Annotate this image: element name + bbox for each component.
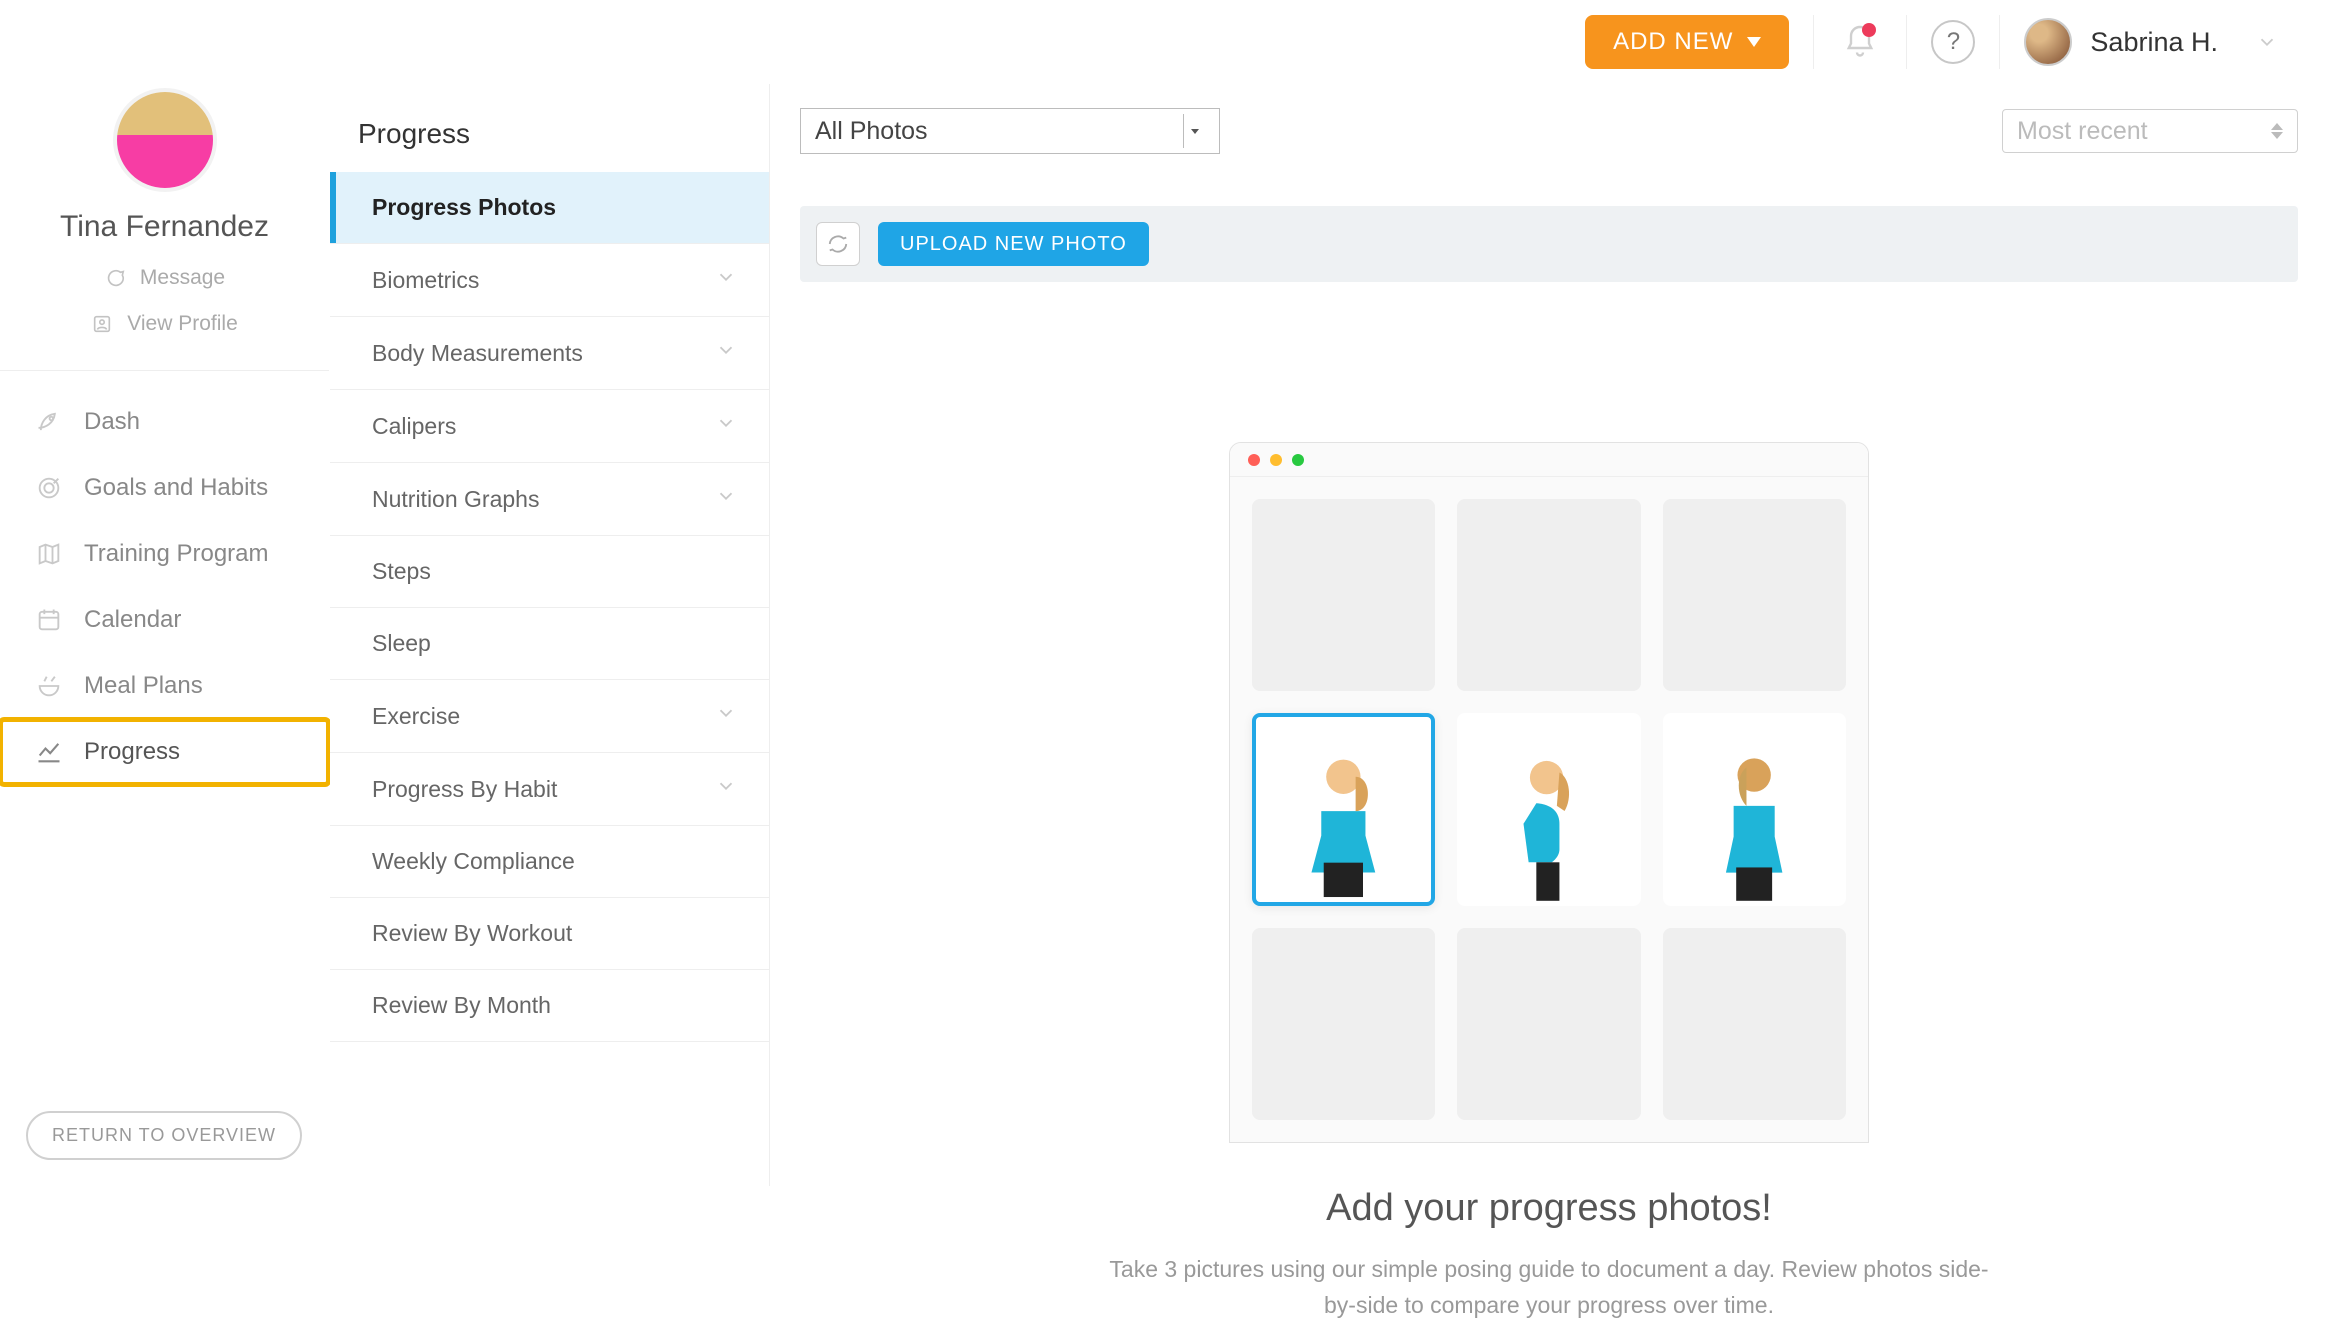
rocket-icon [34, 407, 64, 437]
chevron-down-icon [715, 775, 737, 803]
view-profile-link[interactable]: View Profile [91, 312, 238, 336]
client-nav: Dash Goals and Habits Training Program C… [0, 370, 329, 785]
divider [1906, 15, 1907, 69]
nav-item-progress[interactable]: Progress [0, 719, 329, 785]
bowl-icon [34, 671, 64, 701]
submenu-item-label: Weekly Compliance [372, 848, 575, 875]
submenu-item-label: Calipers [372, 413, 456, 440]
filter-value: All Photos [815, 117, 928, 146]
add-new-label: ADD NEW [1613, 28, 1733, 56]
upload-photo-button[interactable]: UPLOAD NEW PHOTO [878, 222, 1149, 266]
chevron-down-icon [715, 485, 737, 513]
chevron-down-icon [715, 339, 737, 367]
message-icon [104, 267, 126, 289]
return-to-overview-button[interactable]: RETURN TO OVERVIEW [26, 1111, 302, 1160]
window-traffic-lights-icon [1230, 443, 1868, 477]
nav-label: Meal Plans [84, 672, 203, 700]
chevron-down-icon [715, 702, 737, 730]
chart-icon [34, 737, 64, 767]
chevron-down-icon [715, 266, 737, 294]
pose-side-icon [1457, 713, 1640, 905]
client-sidebar: Flow Tina Fernandez Message View Profile… [0, 0, 330, 1186]
calendar-icon [34, 605, 64, 635]
triangle-down-icon [1747, 37, 1761, 47]
nav-item-calendar[interactable]: Calendar [0, 587, 329, 653]
nav-label: Goals and Habits [84, 474, 268, 502]
submenu-item-label: Biometrics [372, 267, 479, 294]
client-name-label: Tina Fernandez [0, 210, 329, 244]
submenu-item-label: Body Measurements [372, 340, 583, 367]
submenu-item-label: Exercise [372, 703, 460, 730]
sort-select[interactable]: Most recent [2002, 109, 2298, 153]
question-icon: ? [1947, 28, 1960, 56]
submenu-item-review-by-workout[interactable]: Review By Workout [330, 898, 769, 970]
refresh-icon [827, 233, 849, 255]
submenu-item-label: Review By Workout [372, 920, 572, 947]
progress-submenu: Progress Progress Photos Biometrics Body M… [330, 0, 770, 1186]
upload-bar: UPLOAD NEW PHOTO [800, 206, 2298, 282]
submenu-item-label: Sleep [372, 630, 431, 657]
nav-item-dash[interactable]: Dash [0, 389, 329, 455]
user-menu[interactable]: Sabrina H. [2024, 18, 2278, 66]
submenu-item-label: Progress Photos [372, 194, 556, 221]
sort-updown-icon [2271, 123, 2283, 139]
submenu-item-label: Progress By Habit [372, 776, 557, 803]
notifications-button[interactable] [1838, 20, 1882, 64]
user-avatar [2024, 18, 2072, 66]
submenu-item-progress-photos[interactable]: Progress Photos [330, 172, 769, 244]
nav-item-training[interactable]: Training Program [0, 521, 329, 587]
user-name-label: Sabrina H. [2090, 27, 2218, 58]
submenu-item-review-by-month[interactable]: Review By Month [330, 970, 769, 1042]
nav-item-goals[interactable]: Goals and Habits [0, 455, 329, 521]
main-content: All Photos Most recent UPLOAD NEW PHOTO [770, 0, 2328, 1186]
nav-item-meal[interactable]: Meal Plans [0, 653, 329, 719]
add-new-button[interactable]: ADD NEW [1585, 15, 1789, 69]
client-avatar[interactable] [113, 88, 217, 192]
nav-label: Training Program [84, 540, 269, 568]
message-label: Message [140, 266, 225, 290]
photo-filter-select[interactable]: All Photos [800, 108, 1220, 154]
submenu-item-progress-by-habit[interactable]: Progress By Habit [330, 753, 769, 826]
submenu-item-label: Nutrition Graphs [372, 486, 539, 513]
map-icon [34, 539, 64, 569]
pose-front-icon [1252, 713, 1435, 905]
submenu-item-sleep[interactable]: Sleep [330, 608, 769, 680]
submenu-item-nutrition-graphs[interactable]: Nutrition Graphs [330, 463, 769, 536]
divider [1813, 15, 1814, 69]
nav-label: Progress [84, 738, 180, 766]
empty-state-title: Add your progress photos! [1326, 1187, 1772, 1230]
submenu-item-biometrics[interactable]: Biometrics [330, 244, 769, 317]
nav-label: Calendar [84, 606, 181, 634]
target-icon [34, 473, 64, 503]
submenu-item-weekly-compliance[interactable]: Weekly Compliance [330, 826, 769, 898]
pose-back-icon [1663, 713, 1846, 905]
submenu-item-exercise[interactable]: Exercise [330, 680, 769, 753]
chevron-down-icon [2256, 31, 2278, 53]
dropdown-arrow-icon [1183, 114, 1205, 148]
nav-label: Dash [84, 408, 140, 436]
chevron-down-icon [715, 412, 737, 440]
empty-state-subtitle: Take 3 pictures using our simple posing … [1099, 1252, 1999, 1323]
message-link[interactable]: Message [104, 266, 225, 290]
top-bar: ADD NEW ? Sabrina H. [0, 0, 2328, 84]
empty-state: Add your progress photos! Take 3 picture… [800, 442, 2298, 1324]
filters-row: All Photos Most recent [800, 108, 2298, 154]
refresh-button[interactable] [816, 222, 860, 266]
submenu-title: Progress [330, 100, 769, 168]
submenu-item-steps[interactable]: Steps [330, 536, 769, 608]
submenu-item-label: Review By Month [372, 992, 551, 1019]
sort-value: Most recent [2017, 117, 2148, 146]
profile-icon [91, 313, 113, 335]
photo-illustration [1229, 442, 1869, 1143]
help-button[interactable]: ? [1931, 20, 1975, 64]
divider [1999, 15, 2000, 69]
submenu-item-label: Steps [372, 558, 431, 585]
submenu-item-body-measurements[interactable]: Body Measurements [330, 317, 769, 390]
view-profile-label: View Profile [127, 312, 238, 336]
submenu-item-calipers[interactable]: Calipers [330, 390, 769, 463]
